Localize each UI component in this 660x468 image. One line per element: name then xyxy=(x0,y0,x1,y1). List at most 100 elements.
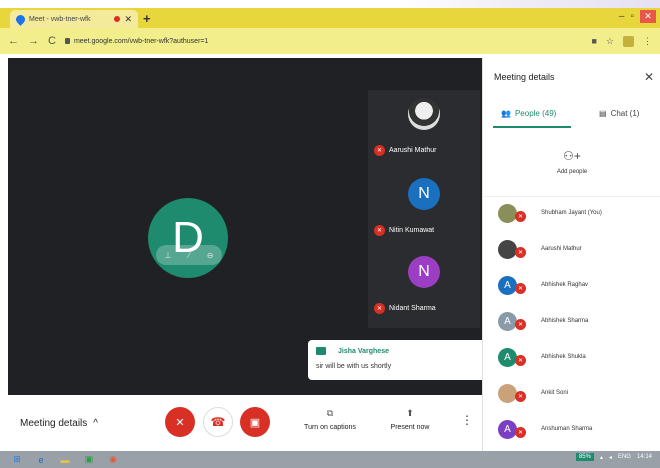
tab-close-icon[interactable]: ✕ xyxy=(124,14,132,25)
participant-name: Abhishek Shukla xyxy=(541,354,586,360)
list-item[interactable]: A ✕ Abhishek Shukla xyxy=(483,341,660,377)
tab-title: Meet - vwb-tner-wfk xyxy=(29,15,91,23)
add-person-icon: ⚇+ xyxy=(563,149,581,163)
microphone-toggle-button[interactable]: ✕ xyxy=(165,407,195,437)
participant-name: Nidant Sharma xyxy=(389,305,436,312)
mute-participant-icon[interactable]: ⁄ xyxy=(188,251,189,260)
list-item[interactable]: A ✕ Anshuman Sharma xyxy=(483,413,660,449)
minimize-button[interactable]: – xyxy=(619,11,625,22)
file-explorer-icon[interactable]: ▬ xyxy=(58,454,72,466)
bookmark-star-icon[interactable]: ☆ xyxy=(606,36,614,47)
active-tab-indicator xyxy=(493,126,571,128)
meeting-controls-bar: Meeting details ^ ✕ ☎ ▣ ⧉ Turn on captio… xyxy=(0,395,482,451)
clock[interactable]: 14:14 xyxy=(637,454,652,460)
list-item[interactable]: ✕ Aarushi Mathur xyxy=(483,233,660,269)
participant-avatar: A xyxy=(498,348,517,367)
participant-name: Shubham Jayant (You) xyxy=(541,210,602,216)
volume-icon[interactable]: ◂ xyxy=(609,454,612,461)
participant-list: ✕ Shubham Jayant (You) ✕ Aarushi Mathur … xyxy=(483,196,660,449)
leave-call-button[interactable]: ☎ xyxy=(203,407,233,437)
chat-sender: Jisha Varghese xyxy=(338,348,389,355)
new-tab-button[interactable]: + xyxy=(143,11,151,26)
meeting-details-panel: Meeting details ✕ 👥 People (49) ▤ Chat (… xyxy=(482,58,660,451)
participant-tile[interactable]: N ✕ Nidant Sharma xyxy=(368,248,480,328)
window-controls: – ▫ ✕ xyxy=(619,10,656,23)
people-icon: 👥 xyxy=(501,109,511,118)
meeting-details-button[interactable]: Meeting details ^ xyxy=(20,418,98,429)
store-icon[interactable]: ▣ xyxy=(82,454,96,466)
battery-indicator[interactable]: 85% xyxy=(575,453,594,461)
camera-toggle-button[interactable]: ▣ xyxy=(240,407,270,437)
panel-title: Meeting details xyxy=(494,72,555,82)
captions-icon: ⧉ xyxy=(326,408,334,418)
address-bar-icons: ■ ☆ ⋮ xyxy=(591,35,652,47)
more-options-icon[interactable]: ⋮ xyxy=(461,413,473,427)
participant-name: Abhishek Raghav xyxy=(541,282,589,288)
participant-avatar xyxy=(498,204,517,223)
participant-avatar: A xyxy=(498,276,517,295)
participant-photo xyxy=(408,98,440,130)
present-now-button[interactable]: ⬆ Present now xyxy=(385,408,435,431)
system-tray: 85% ▴ ◂ ENG 14:14 xyxy=(575,453,652,461)
lock-icon xyxy=(64,38,70,44)
tile-hover-controls: ⊥ ⁄ ⊖ xyxy=(156,245,222,265)
add-people-button[interactable]: ⚇+ Add people xyxy=(543,149,601,175)
panel-close-icon[interactable]: ✕ xyxy=(644,70,654,84)
camera-indicator-icon[interactable]: ■ xyxy=(591,36,596,46)
participant-avatar: A xyxy=(498,312,517,331)
muted-mic-icon: ✕ xyxy=(374,303,385,314)
hang-up-icon: ☎ xyxy=(210,415,226,429)
close-window-button[interactable]: ✕ xyxy=(640,10,656,23)
chat-notification[interactable]: Jisha Varghese sir will be with us short… xyxy=(308,340,482,380)
chat-bubble-icon xyxy=(316,347,326,355)
url-field[interactable]: meet.google.com/vwb-tner-wfk?authuser=1 xyxy=(64,37,583,45)
browser-tab[interactable]: Meet - vwb-tner-wfk ✕ xyxy=(10,10,138,28)
muted-mic-icon: ✕ xyxy=(374,145,385,156)
forward-arrow-icon[interactable]: → xyxy=(28,35,39,47)
add-people-label: Add people xyxy=(556,169,588,175)
browser-tab-strip: Meet - vwb-tner-wfk ✕ + – ▫ ✕ xyxy=(0,8,660,28)
language-indicator[interactable]: ENG xyxy=(618,454,631,460)
meeting-details-label: Meeting details xyxy=(20,418,88,429)
list-item[interactable]: ✕ Ankit Soni xyxy=(483,377,660,413)
muted-mic-icon: ✕ xyxy=(515,283,526,294)
muted-mic-icon: ✕ xyxy=(515,319,526,330)
participant-avatar: N xyxy=(408,178,440,210)
muted-mic-icon: ✕ xyxy=(374,225,385,236)
chat-message: sir will be with us shortly xyxy=(316,363,392,370)
participant-avatar xyxy=(498,384,517,403)
tab-chat-label: Chat (1) xyxy=(610,109,640,118)
participant-avatar xyxy=(498,240,517,259)
recording-dot-icon xyxy=(114,16,121,22)
participant-tile[interactable]: ✕ Aarushi Mathur xyxy=(368,90,480,170)
tab-chat[interactable]: ▤ Chat (1) xyxy=(599,109,639,118)
chrome-icon[interactable]: ◉ xyxy=(106,454,120,466)
list-item[interactable]: ✕ Shubham Jayant (You) xyxy=(483,197,660,233)
participant-name: Anshuman Sharma xyxy=(541,426,593,432)
windows-taskbar: ⊞ e ▬ ▣ ◉ 85% ▴ ◂ ENG 14:14 xyxy=(0,451,660,468)
chevron-up-icon: ^ xyxy=(93,418,98,429)
back-arrow-icon[interactable]: ← xyxy=(8,35,19,47)
muted-mic-icon: ✕ xyxy=(515,247,526,258)
list-item[interactable]: A ✕ Abhishek Raghav xyxy=(483,269,660,305)
browser-menu-icon[interactable]: ⋮ xyxy=(643,36,652,47)
edge-browser-icon[interactable]: e xyxy=(34,454,48,466)
tab-people-label: People (49) xyxy=(514,109,557,118)
participant-tile[interactable]: N ✕ Nitin Kumawat xyxy=(368,170,480,250)
camera-off-icon: ▣ xyxy=(249,416,261,429)
network-icon[interactable]: ▴ xyxy=(600,454,603,461)
muted-mic-icon: ✕ xyxy=(515,391,526,402)
profile-avatar-icon[interactable] xyxy=(623,35,634,47)
tab-people[interactable]: 👥 People (49) xyxy=(501,109,556,118)
url-text: meet.google.com/vwb-tner-wfk?authuser=1 xyxy=(73,37,209,45)
reload-icon[interactable]: C xyxy=(48,35,56,47)
participant-name: Aarushi Mathur xyxy=(389,147,437,154)
captions-button[interactable]: ⧉ Turn on captions xyxy=(300,408,360,431)
windows-start-icon[interactable]: ⊞ xyxy=(10,454,24,466)
participant-name: Nitin Kumawat xyxy=(389,227,435,234)
list-item[interactable]: A ✕ Abhishek Sharma xyxy=(483,305,660,341)
address-bar: ← → C meet.google.com/vwb-tner-wfk?authu… xyxy=(0,28,660,54)
pin-icon[interactable]: ⊥ xyxy=(164,251,171,260)
maximize-button[interactable]: ▫ xyxy=(630,11,634,22)
remove-participant-icon[interactable]: ⊖ xyxy=(207,251,214,260)
